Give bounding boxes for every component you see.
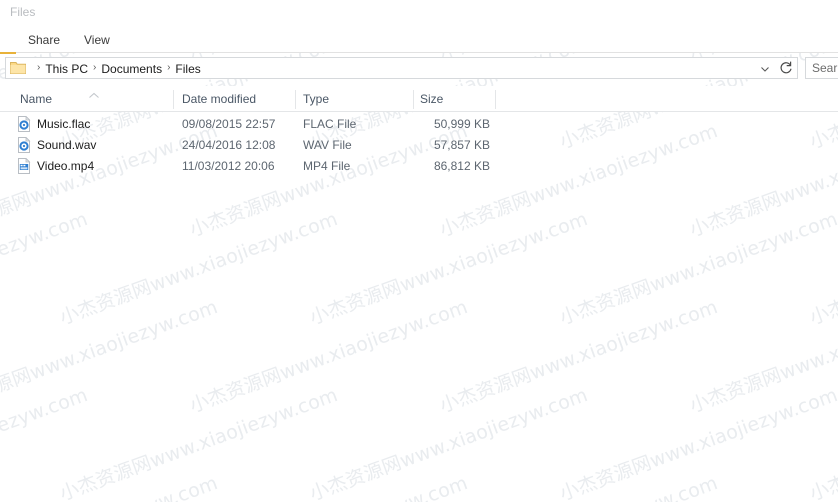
file-date-modified: 24/04/2016 12:08 [182, 138, 276, 152]
file-explorer-window: 小杰资源网www.xiaojiezyw.com 小杰资源网www.xiaojiez… [0, 0, 838, 502]
file-size: 86,812 KB [433, 159, 490, 173]
tab-share[interactable]: Share [22, 32, 66, 48]
file-type: FLAC File [303, 117, 357, 131]
audio-file-icon [16, 136, 32, 153]
file-size: 50,999 KB [433, 117, 490, 131]
title-bar: Files [0, 0, 838, 28]
video-file-icon [16, 157, 32, 174]
file-row[interactable]: Music.flac 09/08/2015 22:57 FLAC File 50,99… [0, 114, 838, 135]
ribbon-accent-bar [0, 52, 16, 54]
file-name: Video.mp4 [37, 159, 95, 173]
breadcrumb-item-documents[interactable]: Documents [101, 60, 162, 78]
column-header-name[interactable]: Name [20, 92, 52, 106]
column-divider-3[interactable] [413, 90, 414, 109]
breadcrumb-separator-1[interactable]: › [88, 59, 101, 77]
file-size: 57,857 KB [433, 138, 490, 152]
file-type: WAV File [303, 138, 352, 152]
file-list: Music.flac 09/08/2015 22:57 FLAC File 50,99… [0, 114, 838, 502]
column-header-underline [0, 111, 838, 112]
breadcrumb-separator-root[interactable]: › [32, 59, 45, 77]
column-header-date-modified[interactable]: Date modified [182, 92, 256, 106]
file-name: Music.flac [37, 117, 91, 131]
file-row[interactable]: Video.mp4 11/03/2012 20:06 MP4 File 86,812 … [0, 156, 838, 177]
chevron-down-icon[interactable] [758, 62, 772, 76]
column-header-type[interactable]: Type [303, 92, 329, 106]
file-date-modified: 09/08/2015 22:57 [182, 117, 276, 131]
file-date-modified: 11/03/2012 20:06 [182, 159, 275, 173]
column-header-size[interactable]: Size [420, 92, 443, 106]
address-bar[interactable]: › This PC › Documents › Files [5, 57, 777, 79]
search-placeholder: Sear [812, 61, 838, 75]
file-name: Sound.wav [37, 138, 97, 152]
breadcrumb: › This PC › Documents › Files [32, 60, 201, 78]
refresh-button[interactable] [776, 57, 798, 79]
search-input[interactable]: Sear [805, 57, 838, 79]
audio-file-icon [16, 115, 32, 132]
breadcrumb-item-files[interactable]: Files [175, 60, 200, 78]
ribbon-separator [0, 52, 838, 53]
ribbon-tab-bar: Share View [0, 28, 838, 53]
column-divider-2[interactable] [295, 90, 296, 109]
breadcrumb-separator-2[interactable]: › [162, 59, 175, 77]
window-title: Files [10, 5, 36, 19]
chevron-up-icon [88, 86, 100, 98]
breadcrumb-item-this-pc[interactable]: This PC [45, 60, 88, 78]
column-divider-4[interactable] [495, 90, 496, 109]
column-divider-1[interactable] [173, 90, 174, 109]
address-bar-row: › This PC › Documents › Files Sear [0, 54, 838, 82]
file-type: MP4 File [303, 159, 351, 173]
folder-icon [10, 61, 26, 75]
column-header-row: Name Date modified Type Size [0, 86, 838, 112]
file-row[interactable]: Sound.wav 24/04/2016 12:08 WAV File 57,857 … [0, 135, 838, 156]
tab-view[interactable]: View [78, 32, 116, 48]
